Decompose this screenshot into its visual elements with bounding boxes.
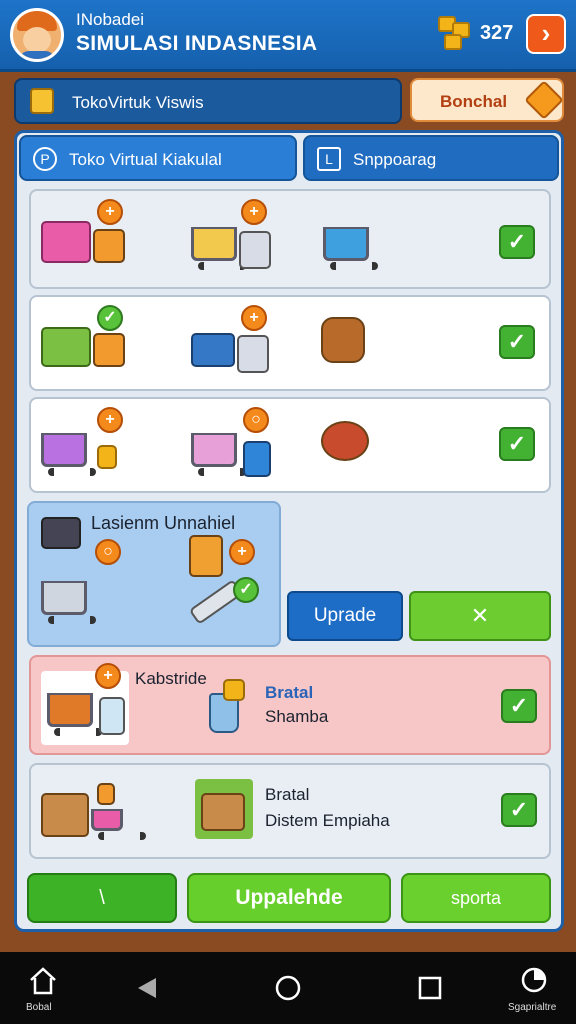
exit-button[interactable]: › — [526, 14, 566, 54]
bonus-button[interactable]: Bonchal — [410, 78, 564, 122]
store-bar[interactable]: TokoVirtuk Viswis — [14, 78, 402, 124]
stats-button[interactable] — [520, 966, 548, 999]
row-subtitle: Shamba — [265, 707, 329, 726]
list-item[interactable]: + + ✓ — [29, 189, 551, 289]
featured-item-title: Lasienm Unnahiel — [91, 513, 236, 533]
row-title: Bratal — [265, 683, 314, 702]
back-triangle-icon — [138, 978, 156, 998]
row-tag: Kabstride — [135, 669, 207, 688]
square-icon — [418, 976, 442, 1000]
shop-panel: P Toko Virtual Kiakulal L Snppoarag + + … — [14, 130, 564, 932]
game-subtitle: INobadei — [76, 10, 145, 29]
coin-count: 327 — [480, 22, 514, 44]
home-icon — [30, 967, 56, 995]
row-title: Bratal — [265, 785, 310, 804]
list-item[interactable]: + ○ ✓ — [29, 397, 551, 493]
store-bar-label: TokoVirtuk Viswis — [72, 93, 204, 112]
top-header: INobadei SIMULASI INDASNESIA 327 › — [0, 0, 576, 72]
featured-item-card[interactable]: Lasienm Unnahiel ○ + ✓ — [27, 501, 281, 647]
owned-check-icon[interactable]: ✓ — [499, 427, 535, 461]
back-button[interactable] — [136, 976, 158, 1005]
home-circle-button[interactable] — [274, 974, 302, 1007]
footer-upgrade-button[interactable]: Uppalehde — [187, 873, 391, 923]
home-label: Bobal — [26, 1002, 52, 1013]
player-avatar[interactable] — [10, 8, 64, 62]
avatar-face — [23, 27, 51, 53]
footer-left-button[interactable]: \ — [27, 873, 177, 923]
avatar-body — [19, 51, 55, 59]
recents-button[interactable] — [418, 976, 442, 1005]
tab-storage[interactable]: L Snppoarag — [303, 135, 559, 181]
upgrade-button[interactable]: Uprade — [287, 591, 403, 641]
shopping-bag-icon — [30, 88, 54, 114]
owned-check-icon[interactable]: ✓ — [499, 225, 535, 259]
home-button[interactable] — [28, 966, 58, 1001]
tab-virtual-store[interactable]: P Toko Virtual Kiakulal — [19, 135, 297, 181]
shop-icon: P — [33, 147, 57, 171]
list-item[interactable]: ✓ + ✓ — [29, 295, 551, 391]
stats-label: Sgaprialtre — [508, 1002, 557, 1013]
storage-icon: L — [317, 147, 341, 171]
tab-label: Toko Virtual Kiakulal — [69, 150, 222, 169]
bonus-button-label: Bonchal — [440, 92, 508, 111]
circle-icon — [275, 975, 301, 1001]
tab-label: Snppoarag — [353, 150, 437, 169]
close-button[interactable]: ✕ — [409, 591, 551, 641]
pie-chart-icon — [521, 967, 547, 993]
footer-sport-button[interactable]: sporta — [401, 873, 551, 923]
goods-cart-icon: + — [41, 663, 129, 745]
row-subtitle: Distem Empiaha — [265, 811, 390, 830]
owned-check-icon[interactable]: ✓ — [501, 689, 537, 723]
gold-coins-icon — [438, 14, 472, 52]
bonus-gem-icon — [524, 80, 564, 120]
crate-icon — [195, 779, 253, 839]
system-nav-bar: Bobal Sgaprialtre — [0, 952, 576, 1024]
game-title: SIMULASI INDASNESIA — [76, 32, 318, 55]
owned-check-icon[interactable]: ✓ — [499, 325, 535, 359]
list-item[interactable]: + Kabstride Bratal Shamba ✓ — [29, 655, 551, 755]
owned-check-icon[interactable]: ✓ — [501, 793, 537, 827]
list-item[interactable]: Bratal Distem Empiaha ✓ — [29, 763, 551, 859]
